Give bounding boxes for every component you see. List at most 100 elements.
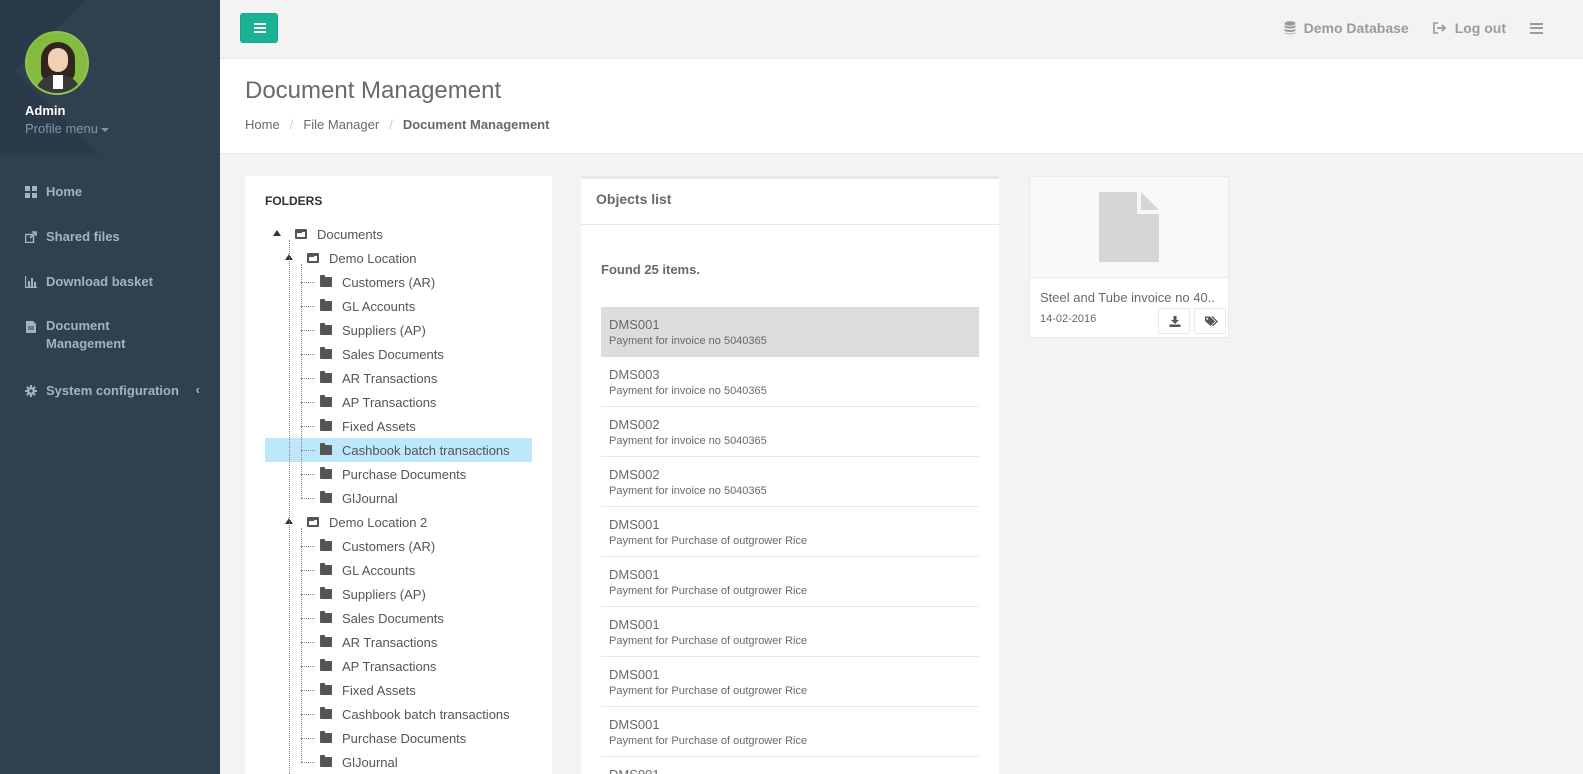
folder-icon (320, 299, 332, 311)
tree-connector (301, 264, 302, 498)
document-icon (1099, 192, 1159, 262)
sidebar-item-label: Document Management (46, 318, 126, 351)
folder-open-icon (295, 229, 307, 239)
folder-label: Purchase Documents (342, 466, 467, 482)
sidebar-item-label: Shared files (46, 229, 120, 244)
object-row[interactable]: DMS002 Payment for invoice no 5040365 (601, 407, 979, 457)
download-button[interactable] (1158, 308, 1190, 334)
folder-label: Sales Documents (342, 610, 444, 626)
object-code: DMS001 (609, 567, 660, 582)
object-code: DMS002 (609, 417, 660, 432)
right-sidebar-toggle[interactable] (1530, 22, 1543, 34)
tree-connector (289, 240, 290, 774)
sidebar-item-system-configuration[interactable]: System configuration ‹ (0, 368, 220, 413)
folder-icon (320, 707, 332, 719)
objects-list: DMS001 Payment for invoice no 5040365 DMS0… (601, 307, 979, 774)
grid-icon (25, 186, 37, 198)
file-preview[interactable] (1030, 177, 1228, 278)
folder-label: Purchase Documents (342, 730, 467, 746)
breadcrumb-home[interactable]: Home (245, 117, 280, 132)
sidebar-item-label: Download basket (46, 274, 153, 289)
page-title: Document Management (245, 77, 502, 104)
logout-link[interactable]: Log out (1432, 20, 1506, 36)
tree-node-location[interactable]: Demo Location 2 (265, 510, 532, 534)
toggle-sidebar-button[interactable] (240, 13, 278, 43)
tree-connector (301, 666, 315, 667)
folder-icon (320, 443, 332, 455)
folder-label: Fixed Assets (342, 682, 416, 698)
object-row[interactable]: DMS001 Payment for Purchase of outgrower … (601, 607, 979, 657)
object-row[interactable]: DMS001 (601, 757, 979, 774)
folder-label: Suppliers (AP) (342, 322, 426, 338)
folder-icon (320, 395, 332, 407)
folder-icon (320, 587, 332, 599)
hamburger-icon (1530, 22, 1543, 34)
object-row[interactable]: DMS001 Payment for Purchase of outgrower … (601, 657, 979, 707)
object-row[interactable]: DMS002 Payment for invoice no 5040365 (601, 457, 979, 507)
tags-button[interactable] (1194, 308, 1226, 334)
folder-label: GlJournal (342, 490, 398, 506)
object-row[interactable]: DMS001 Payment for Purchase of outgrower … (601, 507, 979, 557)
sidebar-item-label: System configuration (46, 383, 179, 398)
sidebar-item-download-basket[interactable]: Download basket (0, 259, 220, 304)
folder-label: AP Transactions (342, 394, 437, 410)
tree-connector (301, 498, 315, 499)
tree-connector (301, 354, 315, 355)
sidebar-item-label: Home (46, 184, 83, 199)
sidebar-item-home[interactable]: Home (0, 169, 220, 214)
object-row[interactable]: DMS003 Payment for invoice no 5040365 (601, 357, 979, 407)
tree-connector (301, 450, 315, 451)
profile-menu-label: Profile menu (25, 121, 98, 136)
avatar[interactable] (25, 31, 89, 95)
folder-icon (320, 419, 332, 431)
breadcrumb-file-manager[interactable]: File Manager (303, 117, 379, 132)
folder-icon (320, 275, 332, 287)
tree-connector (301, 528, 302, 762)
folder-label: AR Transactions (342, 370, 438, 386)
sidebar-item-document-management[interactable]: Document Management (0, 304, 220, 368)
folder-icon (320, 635, 332, 647)
tree-node-location[interactable]: Demo Location (265, 246, 532, 270)
object-code: DMS001 (609, 767, 971, 774)
object-row[interactable]: DMS001 Payment for Purchase of outgrower … (601, 707, 979, 757)
file-name[interactable]: Steel and Tube invoice no 40.. (1030, 278, 1228, 305)
file-date: 14-02-2016 (1040, 313, 1097, 325)
found-count: Found 25 items. (601, 262, 700, 277)
object-description: Payment for invoice no 5040365 (609, 385, 767, 397)
profile-name: Admin (25, 103, 66, 118)
folder-tree: Documents Demo Location Customers (AR) GL A… (265, 222, 532, 774)
folder-icon (320, 347, 332, 359)
tree-node-documents[interactable]: Documents (265, 222, 532, 246)
folder-label: GL Accounts (342, 562, 416, 578)
tree-connector (301, 714, 315, 715)
file-card[interactable]: Steel and Tube invoice no 40.. 14-02-201… (1029, 176, 1229, 338)
tree-connector (301, 330, 315, 331)
database-link[interactable]: Demo Database (1284, 20, 1409, 36)
object-description: Payment for Purchase of outgrower Rice (609, 685, 808, 697)
sidebar-nav: Home Shared files Download basket Docume… (0, 155, 220, 413)
object-description: Payment for invoice no 5040365 (609, 335, 767, 347)
breadcrumb-separator: / (389, 117, 393, 132)
expand-triangle-icon[interactable] (273, 230, 281, 236)
tree-connector (301, 738, 315, 739)
breadcrumb: Home / File Manager / Document Managemen… (245, 117, 1583, 132)
top-right-links: Demo Database Log out (1284, 20, 1543, 36)
folder-label: GL Accounts (342, 298, 416, 314)
objects-title: Objects list (581, 179, 999, 225)
logout-label: Log out (1454, 20, 1506, 36)
share-icon (25, 231, 37, 243)
profile-menu-dropdown[interactable]: Profile menu (25, 121, 220, 136)
folder-label: AP Transactions (342, 658, 437, 674)
folder-icon (320, 731, 332, 743)
tree-connector (301, 618, 315, 619)
sidebar-item-shared-files[interactable]: Shared files (0, 214, 220, 259)
folder-label: Documents (317, 226, 383, 242)
folder-label: AR Transactions (342, 634, 438, 650)
database-label: Demo Database (1303, 20, 1409, 36)
object-row[interactable]: DMS001 Payment for Purchase of outgrower … (601, 557, 979, 607)
tags-icon (1205, 316, 1218, 327)
folder-label: Customers (AR) (342, 538, 436, 554)
chevron-left-icon: ‹ (195, 382, 200, 397)
object-row[interactable]: DMS001 Payment for invoice no 5040365 (601, 307, 979, 357)
folder-open-icon (307, 517, 319, 527)
